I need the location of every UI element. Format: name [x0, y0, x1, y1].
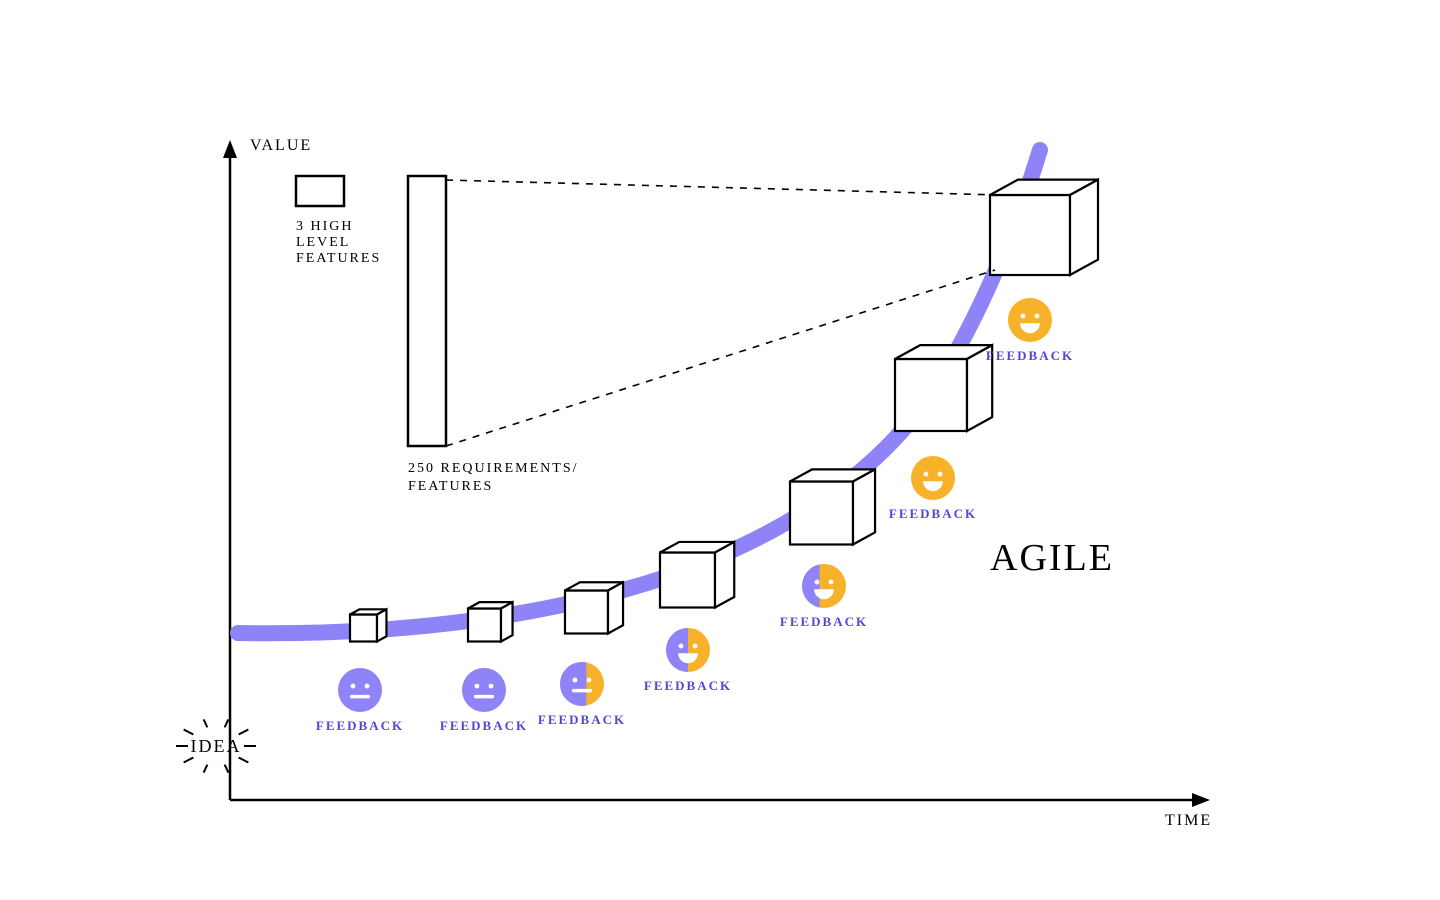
x-axis-arrow [1192, 793, 1210, 807]
feedback-label: FEEDBACK [780, 614, 868, 629]
legend-small-box [296, 176, 344, 206]
dash-guide-top [446, 180, 1000, 195]
feedback-label: FEEDBACK [316, 718, 404, 733]
feedback-label: FEEDBACK [644, 678, 732, 693]
feedback-label: FEEDBACK [889, 506, 977, 521]
legend-tall-box [408, 176, 446, 446]
feedback-label: FEEDBACK [538, 712, 626, 727]
legend-small-label: 3 HIGHLEVELFEATURES [296, 219, 381, 266]
feedback-label: FEEDBACK [986, 348, 1074, 363]
feedback-label: FEEDBACK [440, 718, 528, 733]
iteration-3 [560, 582, 623, 706]
iteration-2 [462, 602, 513, 712]
y-axis-arrow [223, 140, 237, 158]
chart-title: AGILE [990, 537, 1114, 579]
x-axis-label: TIME [1165, 812, 1212, 829]
origin-text: IDEA [191, 736, 242, 756]
y-axis-label: VALUE [250, 137, 312, 154]
legend-tall-label: 250 REQUIREMENTS/FEATURES [408, 461, 579, 494]
iteration-6 [895, 345, 992, 500]
iteration-7 [990, 180, 1098, 342]
iteration-5 [790, 469, 875, 608]
iteration-4 [660, 542, 734, 672]
